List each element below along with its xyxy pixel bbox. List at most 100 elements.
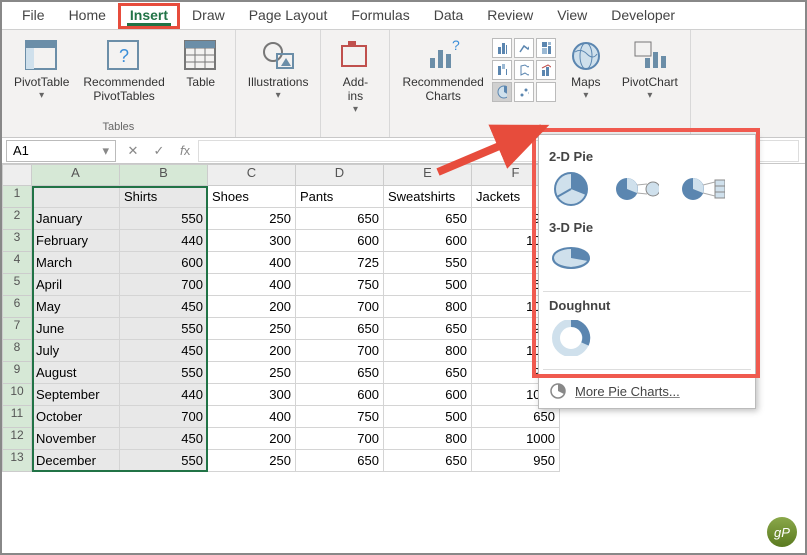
cell[interactable]: 725 <box>296 252 384 274</box>
row-header[interactable]: 5 <box>2 274 32 296</box>
cell[interactable]: January <box>32 208 120 230</box>
map-chart-button[interactable] <box>514 60 534 80</box>
pie-3d-option[interactable] <box>549 243 593 277</box>
cell[interactable]: 800 <box>384 340 472 362</box>
cell[interactable]: November <box>32 428 120 450</box>
cell[interactable]: 800 <box>384 428 472 450</box>
cell[interactable]: May <box>32 296 120 318</box>
table-button[interactable]: Table <box>173 34 229 94</box>
cell[interactable]: 650 <box>384 450 472 472</box>
tab-view[interactable]: View <box>545 3 599 29</box>
doughnut-option[interactable] <box>549 321 593 355</box>
cell[interactable]: 650 <box>296 208 384 230</box>
col-header-B[interactable]: B <box>120 164 208 186</box>
cell[interactable]: 400 <box>208 252 296 274</box>
cell[interactable]: 650 <box>384 362 472 384</box>
cell[interactable]: 250 <box>208 318 296 340</box>
cell[interactable]: 450 <box>120 428 208 450</box>
row-header[interactable]: 10 <box>2 384 32 406</box>
cell[interactable]: 300 <box>208 384 296 406</box>
row-header[interactable]: 8 <box>2 340 32 362</box>
hierarchy-chart-button[interactable] <box>536 38 556 58</box>
cell[interactable]: 200 <box>208 340 296 362</box>
tab-formulas[interactable]: Formulas <box>339 3 421 29</box>
tab-page-layout[interactable]: Page Layout <box>237 3 340 29</box>
pie-of-pie-option[interactable] <box>615 172 659 206</box>
select-all-corner[interactable] <box>2 164 32 186</box>
combo-chart-button[interactable] <box>536 60 556 80</box>
maps-button[interactable]: Maps ▾ <box>558 34 614 105</box>
tab-data[interactable]: Data <box>422 3 476 29</box>
cell[interactable]: 650 <box>472 406 560 428</box>
row-header[interactable]: 3 <box>2 230 32 252</box>
tab-draw[interactable]: Draw <box>180 3 237 29</box>
row-header[interactable]: 12 <box>2 428 32 450</box>
cell[interactable]: 650 <box>296 450 384 472</box>
cell[interactable]: 550 <box>120 362 208 384</box>
cell[interactable]: 700 <box>296 428 384 450</box>
cell[interactable]: 440 <box>120 384 208 406</box>
col-header-E[interactable]: E <box>384 164 472 186</box>
cell[interactable]: 200 <box>208 296 296 318</box>
cell[interactable]: 750 <box>296 274 384 296</box>
cancel-formula-button[interactable]: ✕ <box>120 143 146 159</box>
scatter-chart-button[interactable] <box>514 82 534 102</box>
cell[interactable]: 250 <box>208 450 296 472</box>
cell[interactable]: Sweatshirts <box>384 186 472 208</box>
row-header[interactable]: 7 <box>2 318 32 340</box>
cell[interactable]: August <box>32 362 120 384</box>
cell[interactable]: 750 <box>296 406 384 428</box>
cell[interactable]: April <box>32 274 120 296</box>
pivotchart-button[interactable]: PivotChart ▾ <box>616 34 684 105</box>
cell[interactable]: 650 <box>384 318 472 340</box>
cell[interactable]: 650 <box>384 208 472 230</box>
cell[interactable]: September <box>32 384 120 406</box>
tab-review[interactable]: Review <box>475 3 545 29</box>
cell[interactable]: 550 <box>384 252 472 274</box>
cell[interactable]: Shoes <box>208 186 296 208</box>
cell[interactable]: 600 <box>384 384 472 406</box>
tab-file[interactable]: File <box>10 3 57 29</box>
pie-2d-option[interactable] <box>549 172 593 206</box>
cell[interactable]: 400 <box>208 406 296 428</box>
row-header[interactable]: 1 <box>2 186 32 208</box>
cell[interactable]: 550 <box>120 208 208 230</box>
cell[interactable]: March <box>32 252 120 274</box>
cell[interactable]: 400 <box>208 274 296 296</box>
cell[interactable]: 250 <box>208 362 296 384</box>
col-header-D[interactable]: D <box>296 164 384 186</box>
cell[interactable]: 700 <box>120 274 208 296</box>
cell[interactable]: 300 <box>208 230 296 252</box>
cell[interactable]: July <box>32 340 120 362</box>
cell[interactable]: 450 <box>120 340 208 362</box>
row-header[interactable]: 13 <box>2 450 32 472</box>
row-header[interactable]: 2 <box>2 208 32 230</box>
cell[interactable]: Shirts <box>120 186 208 208</box>
pivottable-button[interactable]: PivotTable ▾ <box>8 34 75 105</box>
col-header-C[interactable]: C <box>208 164 296 186</box>
cell[interactable]: 250 <box>208 208 296 230</box>
cell[interactable] <box>32 186 120 208</box>
cell[interactable]: 550 <box>120 318 208 340</box>
illustrations-button[interactable]: Illustrations ▾ <box>242 34 315 105</box>
tab-home[interactable]: Home <box>57 3 118 29</box>
addins-button[interactable]: Add- ins ▾ <box>327 34 383 119</box>
row-header[interactable]: 9 <box>2 362 32 384</box>
cell[interactable]: 200 <box>208 428 296 450</box>
cell[interactable]: 700 <box>296 296 384 318</box>
cell[interactable]: 700 <box>296 340 384 362</box>
cell[interactable]: Pants <box>296 186 384 208</box>
more-pie-charts-button[interactable]: More Pie Charts... <box>549 376 745 402</box>
cell[interactable]: 650 <box>296 318 384 340</box>
cell[interactable]: 600 <box>296 230 384 252</box>
cell[interactable]: 500 <box>384 274 472 296</box>
cell[interactable]: 550 <box>120 450 208 472</box>
cell[interactable]: 450 <box>120 296 208 318</box>
cell[interactable]: 650 <box>296 362 384 384</box>
cell[interactable]: June <box>32 318 120 340</box>
cell[interactable]: 600 <box>296 384 384 406</box>
row-header[interactable]: 4 <box>2 252 32 274</box>
line-chart-button[interactable] <box>514 38 534 58</box>
cell[interactable]: 950 <box>472 450 560 472</box>
column-chart-button[interactable] <box>492 38 512 58</box>
